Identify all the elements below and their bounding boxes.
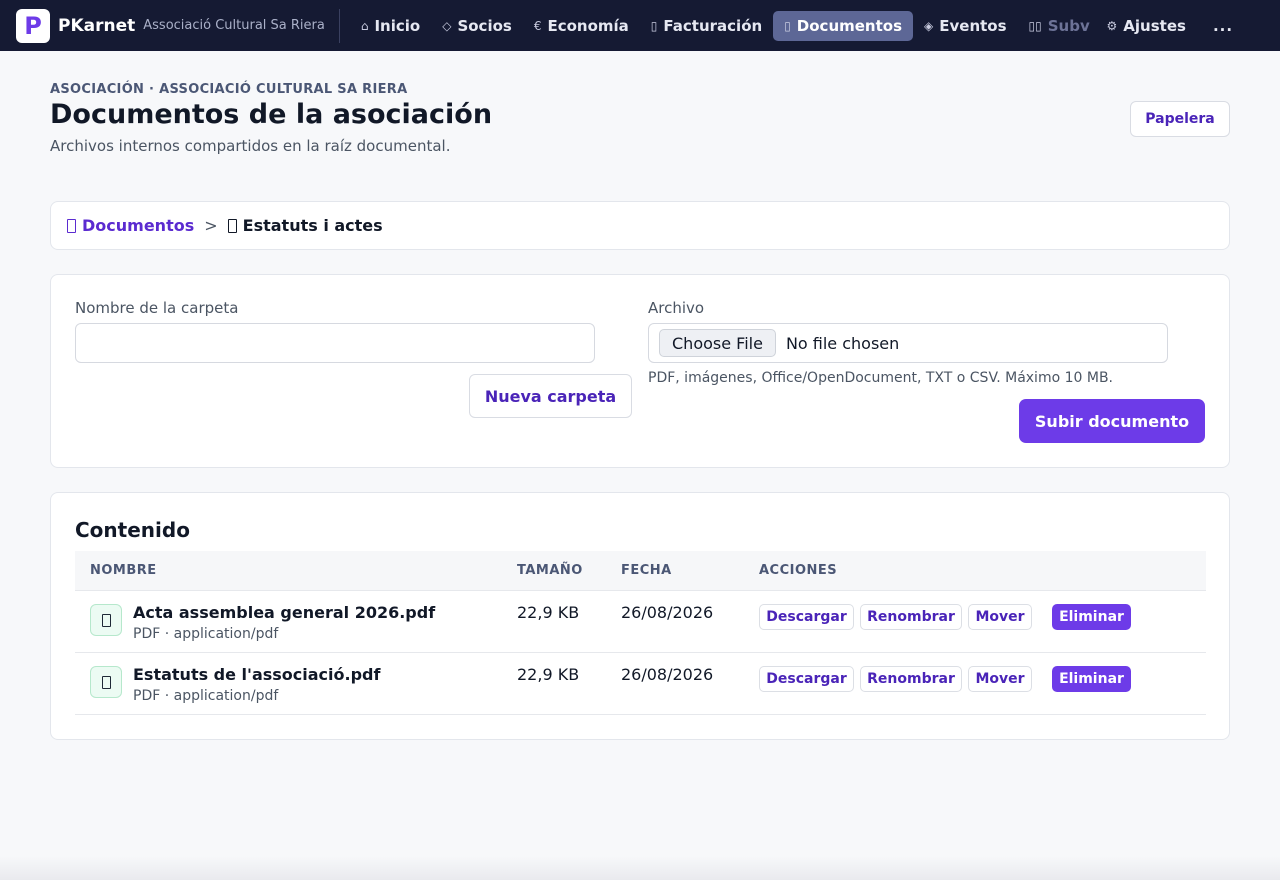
rename-button[interactable]: Renombrar: [860, 604, 962, 630]
nav-label: Eventos: [939, 16, 1007, 35]
brand[interactable]: P PKarnet Associació Cultural Sa Riera: [0, 0, 339, 51]
nav-label: Facturación: [663, 16, 763, 35]
table-row: Estatuts de l'associació.pdf PDF · appli…: [75, 653, 1206, 715]
file-name[interactable]: Acta assemblea general 2026.pdf: [133, 603, 435, 622]
pdf-file-icon: [90, 666, 122, 698]
page-bottom-shadow: [0, 856, 1280, 880]
table-row: Acta assemblea general 2026.pdf PDF · ap…: [75, 591, 1206, 653]
breadcrumb-current-label: Estatuts i actes: [242, 216, 383, 235]
file-date: 26/08/2026: [621, 603, 714, 622]
file-input[interactable]: Choose File No file chosen: [648, 323, 1168, 363]
top-navbar: P PKarnet Associació Cultural Sa Riera ⌂…: [0, 0, 1280, 51]
nav-item-subvenciones[interactable]: ▯▯ Subv: [1018, 11, 1096, 41]
brand-name: PKarnet: [58, 15, 136, 36]
file-label: Archivo: [648, 299, 705, 317]
nav-more-button[interactable]: ...: [1213, 17, 1233, 35]
nav-item-ajustes[interactable]: ⚙ Ajustes: [1096, 11, 1197, 41]
file-size: 22,9 KB: [517, 603, 580, 622]
nav-item-economia[interactable]: € Economía: [523, 11, 640, 41]
invoice-icon: ▯: [650, 18, 658, 33]
content-panel: Contenido NOMBRE TAMAÑO FECHA ACCIONES A…: [50, 492, 1230, 740]
home-icon: ⌂: [360, 18, 369, 33]
document-icon: [101, 613, 111, 627]
organization-name: Associació Cultural Sa Riera: [143, 18, 325, 33]
page-eyebrow: ASOCIACIÓN · ASSOCIACIÓ CULTURAL SA RIER…: [50, 82, 408, 97]
pdf-file-icon: [90, 604, 122, 636]
move-button[interactable]: Mover: [968, 666, 1032, 692]
gear-icon: ⚙: [1106, 18, 1118, 33]
nav-divider: [338, 8, 340, 43]
trash-button[interactable]: Papelera: [1130, 101, 1230, 137]
nav-label: Documentos: [796, 16, 903, 35]
breadcrumb-root-link[interactable]: Documentos: [67, 216, 194, 235]
nav-label: Subv: [1047, 16, 1090, 35]
breadcrumb-current: Estatuts i actes: [227, 216, 383, 235]
folder-icon: [67, 218, 76, 233]
download-button[interactable]: Descargar: [759, 604, 854, 630]
file-hint: PDF, imágenes, Office/OpenDocument, TXT …: [648, 370, 1114, 386]
delete-button[interactable]: Eliminar: [1052, 666, 1131, 692]
nav-item-documentos[interactable]: ▯ Documentos: [773, 10, 914, 41]
content-title: Contenido: [75, 518, 190, 542]
folder-name-input[interactable]: [75, 323, 595, 363]
page-title: Documentos de la asociación: [50, 99, 493, 130]
page-subtitle: Archivos internos compartidos en la raíz…: [50, 137, 451, 155]
nav-label: Socios: [457, 16, 512, 35]
nav-item-inicio[interactable]: ⌂ Inicio: [350, 11, 431, 41]
file-meta: PDF · application/pdf: [133, 688, 279, 704]
logo-letter: P: [24, 11, 42, 40]
folder-icon: ▯: [784, 18, 791, 33]
folder-open-icon: [227, 218, 237, 233]
folder-name-label: Nombre de la carpeta: [75, 299, 239, 317]
file-meta: PDF · application/pdf: [133, 626, 279, 642]
breadcrumb-root-label: Documentos: [82, 216, 195, 235]
download-button[interactable]: Descargar: [759, 666, 854, 692]
column-header-size: TAMAÑO: [517, 563, 583, 578]
euro-icon: €: [533, 18, 542, 33]
nav-label: Ajustes: [1123, 16, 1186, 35]
nav-label: Inicio: [374, 16, 421, 35]
grant-icon: ▯▯: [1028, 18, 1042, 33]
file-name[interactable]: Estatuts de l'associació.pdf: [133, 665, 380, 684]
breadcrumb-separator: >: [204, 216, 218, 235]
column-header-actions: ACCIONES: [759, 563, 838, 578]
diamond-icon: ◇: [442, 18, 452, 33]
document-icon: [101, 675, 111, 689]
file-size: 22,9 KB: [517, 665, 580, 684]
new-folder-button[interactable]: Nueva carpeta: [469, 374, 632, 418]
table-header: NOMBRE TAMAÑO FECHA ACCIONES: [75, 551, 1206, 591]
move-button[interactable]: Mover: [968, 604, 1032, 630]
nav-item-eventos[interactable]: ◈ Eventos: [913, 11, 1018, 41]
column-header-name: NOMBRE: [90, 563, 157, 578]
create-upload-panel: Nombre de la carpeta Nueva carpeta Archi…: [50, 274, 1230, 468]
file-status-text: No file chosen: [785, 333, 900, 353]
app-logo: P: [16, 8, 50, 43]
nav-item-facturacion[interactable]: ▯ Facturación: [640, 11, 773, 41]
main-nav: ⌂ Inicio ◇ Socios € Economía ▯ Facturaci…: [350, 0, 1233, 51]
column-header-date: FECHA: [621, 563, 672, 578]
breadcrumb: Documentos > Estatuts i actes: [50, 201, 1230, 250]
rename-button[interactable]: Renombrar: [860, 666, 962, 692]
file-date: 26/08/2026: [621, 665, 714, 684]
nav-item-socios[interactable]: ◇ Socios: [431, 11, 523, 41]
choose-file-button[interactable]: Choose File: [659, 329, 776, 357]
delete-button[interactable]: Eliminar: [1052, 604, 1131, 630]
nav-label: Economía: [547, 16, 629, 35]
upload-document-button[interactable]: Subir documento: [1019, 399, 1205, 443]
event-icon: ◈: [924, 18, 934, 33]
